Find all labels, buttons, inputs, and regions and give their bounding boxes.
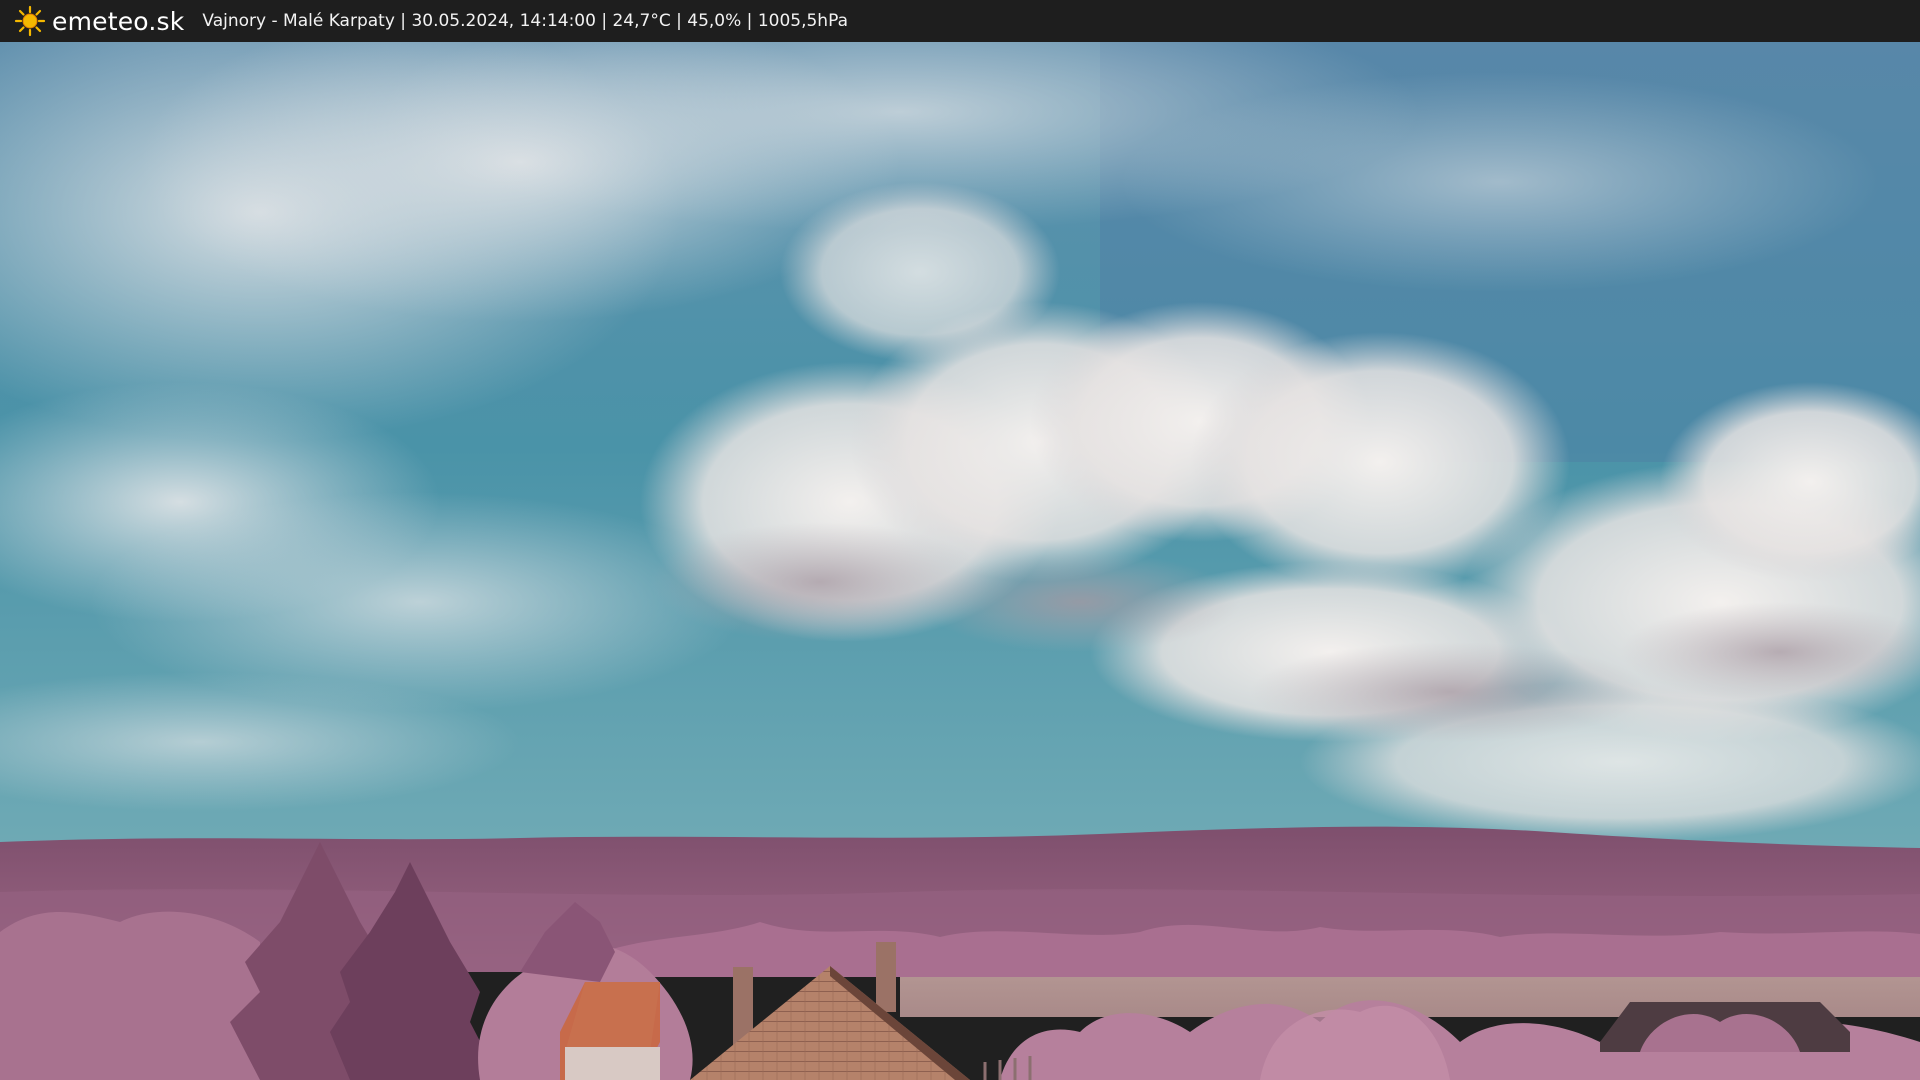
separator: | — [670, 11, 688, 31]
weather-info-line: Vajnory - Malé Karpaty | 30.05.2024, 14:… — [202, 11, 848, 31]
webcam-page: emeteo.sk Vajnory - Malé Karpaty | 30.05… — [0, 0, 1920, 1080]
separator: | — [394, 11, 412, 31]
top-bar: emeteo.sk Vajnory - Malé Karpaty | 30.05… — [0, 0, 1920, 42]
timestamp: 30.05.2024, 14:14:00 — [411, 11, 596, 31]
station-name: Vajnory - Malé Karpaty — [202, 11, 395, 31]
brand-name: emeteo.sk — [52, 6, 185, 36]
temperature-value: 24,7°C — [612, 11, 671, 31]
separator: | — [741, 11, 758, 31]
webcam-image — [0, 42, 1920, 1080]
sun-icon — [14, 5, 46, 37]
brand-logo[interactable]: emeteo.sk — [14, 5, 184, 37]
humidity-value: 45,0% — [687, 11, 742, 31]
pressure-value: 1005,5hPa — [757, 11, 848, 31]
separator: | — [595, 11, 613, 31]
